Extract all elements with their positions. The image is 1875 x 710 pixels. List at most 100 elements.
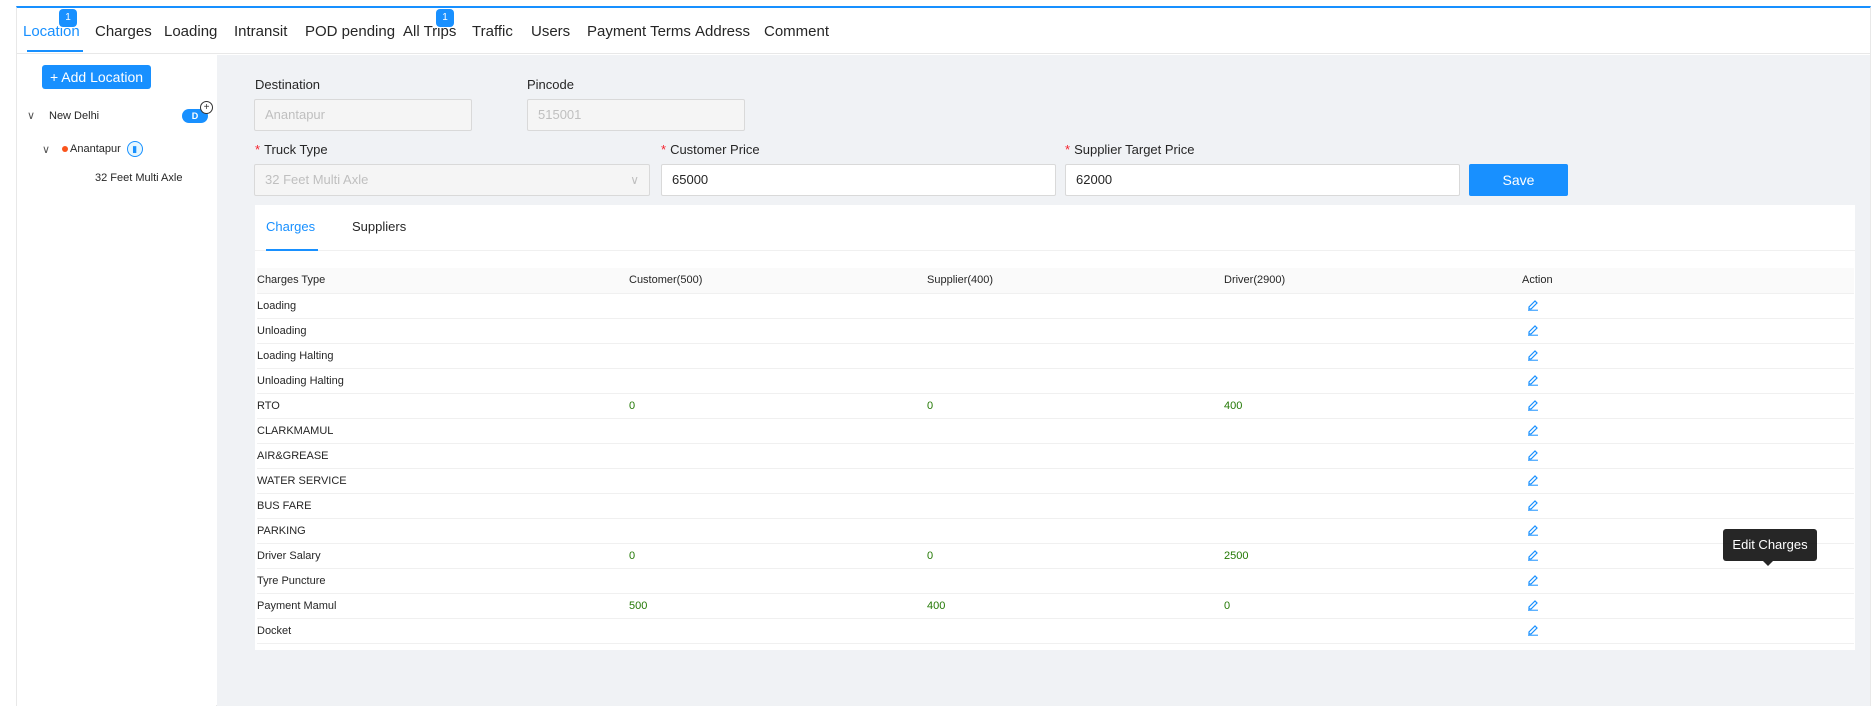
charge-value-cell — [1224, 443, 1522, 469]
action-cell — [1522, 418, 1854, 444]
active-tab-indicator — [266, 249, 318, 251]
edit-icon[interactable] — [1526, 472, 1540, 486]
charge-value-cell — [1224, 318, 1522, 344]
tab-traffic[interactable]: Traffic — [472, 23, 513, 40]
edit-icon[interactable] — [1526, 322, 1540, 336]
charge-value-cell — [1224, 493, 1522, 519]
column-header: Driver(2900) — [1224, 268, 1522, 294]
edit-icon[interactable] — [1526, 547, 1540, 561]
tab-location[interactable]: Location 1 — [23, 9, 80, 40]
tab-badge: 1 — [436, 9, 454, 27]
tab-pod-pending[interactable]: POD pending — [305, 23, 395, 40]
charge-type-cell: BUS FARE — [257, 493, 629, 519]
edit-icon[interactable] — [1526, 372, 1540, 386]
location-sidebar: + Add Location ∨ New Delhi D + ∨ Anantap… — [17, 55, 216, 706]
tree-node-truck[interactable]: 32 Feet Multi Axle — [95, 172, 182, 184]
charge-value-cell — [1224, 468, 1522, 494]
tab-suppliers[interactable]: Suppliers — [352, 219, 406, 234]
action-cell — [1522, 468, 1854, 494]
edit-icon[interactable] — [1526, 597, 1540, 611]
charges-table: Charges Type Customer(500) Supplier(400)… — [257, 268, 1854, 644]
tab-payment-terms[interactable]: Payment Terms — [587, 23, 691, 40]
supplier-price-label: * Supplier Target Price — [1065, 142, 1195, 157]
tree-node-destination[interactable]: ∨ Anantapur ▮ — [42, 141, 143, 157]
charge-value-cell — [1224, 618, 1522, 644]
table-row: BUS FARE — [257, 493, 1854, 519]
charge-value-cell: 0 — [1224, 593, 1522, 619]
charge-value-cell — [927, 518, 1224, 544]
charge-value-cell — [927, 293, 1224, 319]
charge-type-cell: Docket — [257, 618, 629, 644]
edit-icon[interactable] — [1526, 297, 1540, 311]
tree-node-label: 32 Feet Multi Axle — [95, 172, 183, 184]
edit-icon[interactable] — [1526, 447, 1540, 461]
charge-value-cell: 400 — [1224, 393, 1522, 419]
action-cell — [1522, 568, 1854, 594]
action-cell — [1522, 293, 1854, 319]
card-tab-bar: Charges Suppliers — [255, 205, 1855, 251]
table-row: PARKING — [257, 518, 1854, 544]
table-row: AIR&GREASE — [257, 443, 1854, 469]
edit-icon[interactable] — [1526, 497, 1540, 511]
charge-type-cell: Loading — [257, 293, 629, 319]
edit-icon[interactable] — [1526, 572, 1540, 586]
charge-value-cell — [927, 343, 1224, 369]
table-row: Tyre Puncture — [257, 568, 1854, 594]
charge-type-cell: CLARKMAMUL — [257, 418, 629, 444]
charge-value-cell — [629, 368, 927, 394]
charge-value-cell — [1224, 293, 1522, 319]
table-row: Loading Halting — [257, 343, 1854, 369]
tab-loading[interactable]: Loading — [164, 23, 217, 40]
chevron-down-icon[interactable]: ∨ — [27, 109, 41, 122]
label-text: Truck Type — [264, 142, 328, 157]
tab-intransit[interactable]: Intransit — [234, 23, 287, 40]
charge-value-cell — [629, 343, 927, 369]
charge-value-cell: 400 — [927, 593, 1224, 619]
save-button[interactable]: Save — [1469, 164, 1568, 196]
charge-value-cell — [927, 493, 1224, 519]
status-dot — [62, 146, 68, 152]
tree-node-origin[interactable]: ∨ New Delhi — [27, 109, 100, 123]
tab-charges[interactable]: Charges — [266, 219, 315, 234]
charge-value-cell — [1224, 418, 1522, 444]
tab-charges[interactable]: Charges — [95, 23, 152, 40]
charge-type-cell: AIR&GREASE — [257, 443, 629, 469]
charge-value-cell — [927, 368, 1224, 394]
required-mark: * — [255, 142, 261, 157]
truck-type-label: * Truck Type — [255, 142, 328, 157]
chevron-down-icon[interactable]: ∨ — [42, 143, 56, 156]
charge-value-cell — [927, 468, 1224, 494]
customer-price-input[interactable]: 65000 — [661, 164, 1056, 196]
table-row: Unloading Halting — [257, 368, 1854, 394]
edit-icon[interactable] — [1526, 347, 1540, 361]
add-circle-icon[interactable]: + — [200, 101, 213, 114]
charge-value-cell — [1224, 568, 1522, 594]
tab-comment[interactable]: Comment — [764, 23, 829, 40]
charge-value-cell — [1224, 518, 1522, 544]
tab-all-trips[interactable]: All Trips 1 — [403, 9, 456, 40]
tree-node-label: New Delhi — [49, 109, 100, 122]
charge-value-cell — [629, 568, 927, 594]
supplier-price-input[interactable]: 62000 — [1065, 164, 1460, 196]
charge-value-cell — [927, 443, 1224, 469]
action-cell — [1522, 368, 1854, 394]
charge-value-cell — [629, 418, 927, 444]
add-location-button[interactable]: + Add Location — [42, 65, 152, 89]
edit-icon[interactable] — [1526, 422, 1540, 436]
table-row: WATER SERVICE — [257, 468, 1854, 494]
edit-icon[interactable] — [1526, 522, 1540, 536]
edit-icon[interactable] — [1526, 397, 1540, 411]
destination-label: Destination — [255, 77, 321, 92]
charge-value-cell — [629, 318, 927, 344]
table-row: Payment Mamul 500 400 0 — [257, 593, 1854, 619]
charge-value-cell: 500 — [629, 593, 927, 619]
top-tab-bar: Location 1 Charges Loading Intransit POD … — [17, 8, 1870, 54]
tree-node-label: Anantapur — [70, 143, 121, 155]
edit-icon[interactable] — [1526, 622, 1540, 636]
tab-users[interactable]: Users — [531, 23, 570, 40]
charge-value-cell — [629, 493, 927, 519]
tab-address[interactable]: Address — [695, 23, 750, 40]
truck-add-icon[interactable]: ▮ — [126, 141, 143, 157]
main-content: Destination Anantapur Pincode 515001 * Tr… — [217, 55, 1870, 706]
select-value: 32 Feet Multi Axle — [265, 172, 369, 187]
